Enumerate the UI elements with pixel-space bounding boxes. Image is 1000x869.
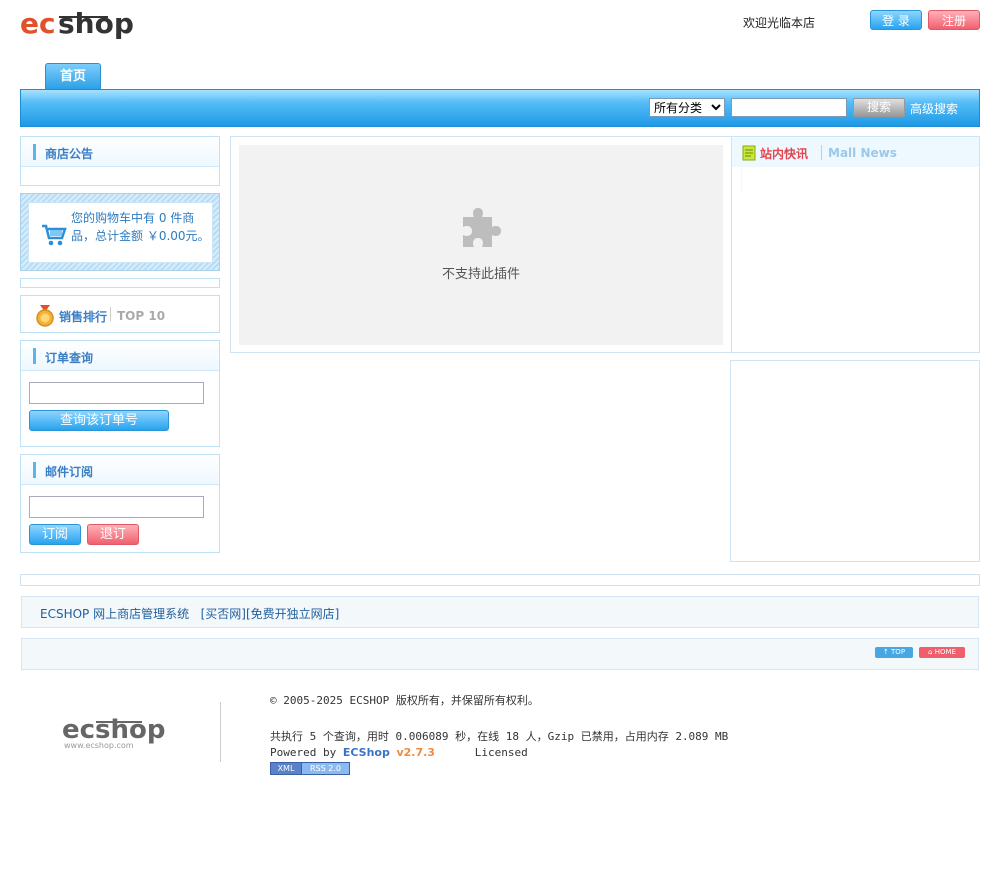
category-select[interactable]: 所有分类 bbox=[649, 98, 725, 117]
title-bar-decoration bbox=[33, 462, 36, 478]
licensed-label: Licensed bbox=[474, 746, 528, 759]
news-box: 站内快讯 Mall News bbox=[731, 136, 980, 353]
title-bar-decoration bbox=[33, 144, 36, 160]
puzzle-piece-icon bbox=[463, 208, 501, 247]
email-subscribe-header: 邮件订阅 bbox=[21, 455, 219, 485]
friend-link-free-shop[interactable]: [免费开独立网店] bbox=[246, 607, 339, 621]
back-to-top-button[interactable]: ↑ TOP bbox=[875, 647, 913, 658]
cart-summary[interactable]: 您的购物车中有 0 件商品，总计金额 ￥0.00元。 bbox=[71, 209, 211, 245]
divider bbox=[110, 307, 111, 321]
page-nav-bar: ↑ TOP ⌂ HOME bbox=[21, 638, 979, 670]
order-number-input[interactable] bbox=[29, 382, 204, 404]
title-bar-decoration bbox=[33, 348, 36, 364]
svg-text:www.ecshop.com: www.ecshop.com bbox=[64, 741, 134, 750]
news-header: 站内快讯 Mall News bbox=[732, 137, 979, 167]
cart-icon[interactable] bbox=[41, 223, 67, 247]
news-title: 站内快讯 bbox=[760, 147, 809, 161]
news-subtitle: Mall News bbox=[828, 146, 897, 160]
search-input[interactable] bbox=[731, 98, 847, 117]
rss-xml-label: XML bbox=[270, 762, 302, 775]
register-button[interactable]: 注册 bbox=[928, 10, 980, 30]
powered-by-label: Powered by bbox=[270, 746, 343, 759]
friend-links: ECSHOP 网上商店管理系统 [买否网][免费开独立网店] bbox=[40, 605, 339, 622]
sales-ranking-subtitle: TOP 10 bbox=[117, 309, 166, 323]
email-field[interactable] bbox=[29, 496, 204, 518]
order-query-title: 订单查询 bbox=[45, 351, 94, 365]
cart-box: 您的购物车中有 0 件商品，总计金额 ￥0.00元。 bbox=[20, 193, 220, 271]
version-label: v2.7.3 bbox=[396, 746, 435, 759]
cart-inner: 您的购物车中有 0 件商品，总计金额 ￥0.00元。 bbox=[28, 202, 213, 263]
empty-box bbox=[20, 278, 220, 288]
friend-link-maifou[interactable]: [买否网] bbox=[201, 607, 246, 621]
sales-ranking-box: 销售排行 TOP 10 bbox=[20, 295, 220, 333]
notice-title: 商店公告 bbox=[45, 147, 94, 161]
flash-banner-box: 不支持此插件 bbox=[230, 136, 733, 353]
ad-box bbox=[730, 360, 980, 562]
search-button[interactable]: 搜索 bbox=[853, 98, 905, 117]
footer-logo: ecshop www.ecshop.com bbox=[62, 715, 166, 750]
ecshop-link-image[interactable]: ECSHOP 网上商店管理系统 bbox=[40, 607, 189, 621]
advanced-search-link[interactable]: 高级搜索 bbox=[910, 100, 958, 117]
query-stats-text: 共执行 5 个查询，用时 0.006089 秒，在线 18 人，Gzip 已禁用… bbox=[270, 730, 729, 743]
order-query-button[interactable]: 查询该订单号 bbox=[29, 410, 169, 431]
friend-links-bar: ECSHOP 网上商店管理系统 [买否网][免费开独立网店] bbox=[21, 596, 979, 628]
powered-by: Powered by ECShop v2.7.3 Licensed bbox=[270, 746, 528, 759]
svg-text:shop: shop bbox=[58, 7, 134, 40]
notepad-icon bbox=[742, 145, 756, 161]
notice-header: 商店公告 bbox=[21, 137, 219, 167]
subscribe-button[interactable]: 订阅 bbox=[29, 524, 81, 545]
ecshop-logo[interactable]: ec shop bbox=[20, 6, 144, 40]
order-query-header: 订单查询 bbox=[21, 341, 219, 371]
home-button[interactable]: ⌂ HOME bbox=[919, 647, 965, 658]
sales-ranking-title: 销售排行 bbox=[59, 310, 108, 324]
notice-box: 商店公告 bbox=[20, 136, 220, 186]
copyright-text: © 2005-2025 ECSHOP 版权所有，并保留所有权利。 bbox=[270, 694, 539, 707]
rss-version-label: RSS 2.0 bbox=[302, 762, 350, 775]
email-subscribe-box: 邮件订阅 订阅 退订 bbox=[20, 454, 220, 553]
footer-divider bbox=[220, 702, 221, 762]
svg-text:ec: ec bbox=[20, 7, 56, 40]
login-button[interactable]: 登 录 bbox=[870, 10, 922, 30]
divider bbox=[821, 145, 822, 160]
welcome-text: 欢迎光临本店 bbox=[743, 16, 816, 30]
plugin-unsupported-text: 不支持此插件 bbox=[441, 267, 520, 282]
tab-home[interactable]: 首页 bbox=[45, 63, 101, 90]
rss-feed-badge[interactable]: XML RSS 2.0 bbox=[270, 762, 350, 775]
unsubscribe-button[interactable]: 退订 bbox=[87, 524, 139, 545]
empty-wide-box bbox=[20, 574, 980, 586]
ecshop-brand-link[interactable]: ECShop bbox=[343, 746, 390, 759]
order-query-box: 订单查询 查询该订单号 bbox=[20, 340, 220, 447]
medal-icon bbox=[36, 305, 54, 327]
news-list bbox=[741, 167, 971, 193]
plugin-placeholder: 不支持此插件 bbox=[239, 145, 723, 345]
email-subscribe-title: 邮件订阅 bbox=[45, 465, 94, 479]
